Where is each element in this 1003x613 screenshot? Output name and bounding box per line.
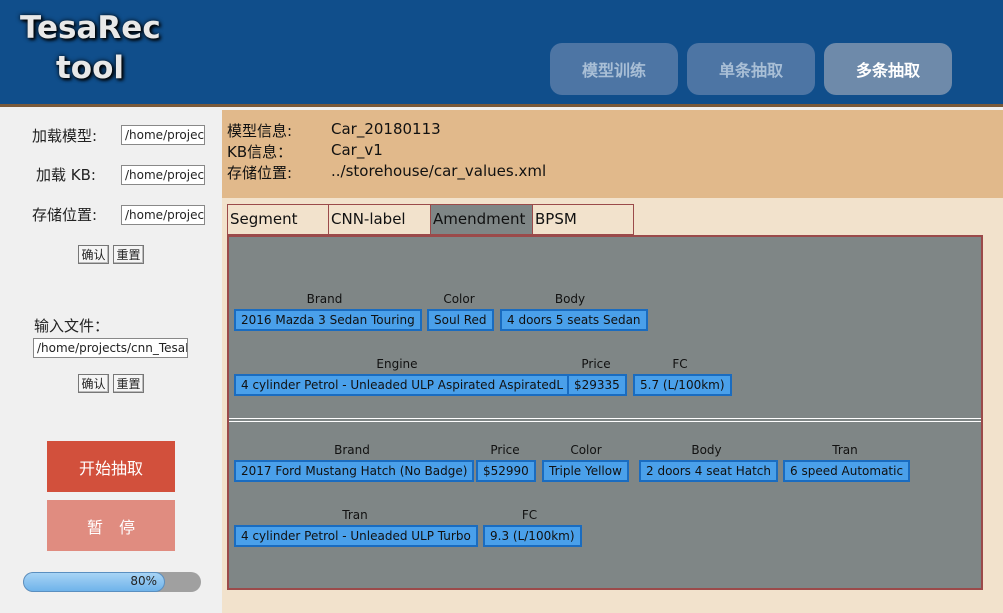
field-label: FC [672, 357, 688, 371]
tab-bpsm[interactable]: BPSM [532, 204, 634, 235]
input-file-label: 输入文件： [34, 317, 110, 335]
field-label: Price [581, 357, 611, 371]
field-value-chip[interactable]: $52990 [476, 460, 536, 482]
content-area: Segment CNN-label Amendment BPSM Brand 2… [222, 198, 1003, 613]
save-location-input[interactable]: /home/projects [121, 205, 205, 225]
field-label: Body [554, 292, 586, 306]
app-header: TesaRec tool 模型训练 单条抽取 多条抽取 [0, 0, 1003, 107]
train-button[interactable]: 模型训练 [550, 43, 678, 95]
tab-segment[interactable]: Segment [227, 204, 329, 235]
model-info-key: 模型信息: [227, 122, 293, 140]
model-info-value: Car_20180113 [331, 120, 441, 138]
kb-info-key: KB信息： [227, 143, 293, 161]
start-extract-button[interactable]: 开始抽取 [47, 441, 175, 492]
field-label: Tran [342, 508, 368, 522]
single-extract-button[interactable]: 单条抽取 [687, 43, 815, 95]
field-label: Engine [376, 357, 418, 371]
tab-amendment[interactable]: Amendment [430, 204, 533, 235]
progress-bar: 80% [23, 572, 201, 592]
app-logo: TesaRec tool [20, 8, 161, 88]
field-label: Tran [832, 443, 858, 457]
load-kb-label: 加载 KB: [36, 166, 96, 184]
info-bar: 模型信息: Car_20180113 KB信息： Car_v1 存储位置: ..… [222, 110, 1003, 198]
record-divider [229, 418, 981, 422]
amendment-panel: Brand 2016 Mazda 3 Sedan Touring Color S… [227, 235, 983, 590]
field-value-chip[interactable]: 9.3 (L/100km) [483, 525, 582, 547]
confirm-button[interactable]: 确认 [78, 245, 109, 264]
load-model-input[interactable]: /home/projects [121, 125, 205, 145]
reset-button[interactable]: 重置 [113, 245, 144, 264]
multi-extract-button[interactable]: 多条抽取 [824, 43, 952, 95]
load-model-label: 加载模型: [32, 127, 98, 145]
logo-line2: tool [55, 50, 125, 86]
logo-line1: TesaRec [20, 10, 161, 46]
field-value-chip[interactable]: Triple Yellow [542, 460, 629, 482]
field-value-chip[interactable]: $29335 [567, 374, 627, 396]
reset-file-button[interactable]: 重置 [113, 374, 144, 393]
field-label: Brand [334, 443, 370, 457]
field-value-chip[interactable]: 4 cylinder Petrol - Unleaded ULP Aspirat… [234, 374, 571, 396]
field-value-chip[interactable]: 4 doors 5 seats Sedan [500, 309, 648, 331]
left-panel: 加载模型: /home/projects 加载 KB: /home/projec… [0, 110, 222, 613]
confirm-file-button[interactable]: 确认 [78, 374, 109, 393]
field-label: Brand [306, 292, 343, 306]
kb-info-value: Car_v1 [331, 141, 383, 159]
field-value-chip[interactable]: 6 speed Automatic [783, 460, 911, 482]
field-value-chip[interactable]: 2 doors 4 seat Hatch [639, 460, 778, 482]
store-location-key: 存储位置: [227, 164, 293, 182]
pause-button[interactable]: 暂 停 [47, 500, 175, 551]
field-label: Body [691, 443, 722, 457]
field-value-chip[interactable]: 2017 Ford Mustang Hatch (No Badge) [234, 460, 475, 482]
field-label: Color [570, 443, 602, 457]
field-label: FC [521, 508, 538, 522]
progress-text: 80% [130, 574, 157, 588]
store-location-value: ../storehouse/car_values.xml [331, 162, 547, 180]
input-file-field[interactable]: /home/projects/cnn_TesaRec [33, 338, 188, 358]
field-value-chip[interactable]: 5.7 (L/100km) [633, 374, 732, 396]
field-value-chip[interactable]: 4 cylinder Petrol - Unleaded ULP Turbo [234, 525, 478, 547]
field-value-chip[interactable]: 2016 Mazda 3 Sedan Touring [234, 309, 422, 331]
save-location-label: 存储位置: [32, 206, 98, 224]
field-label: Price [490, 443, 520, 457]
field-value-chip[interactable]: Soul Red [427, 309, 494, 331]
tab-cnn-label[interactable]: CNN-label [328, 204, 431, 235]
load-kb-input[interactable]: /home/projects [121, 165, 205, 185]
field-label: Color [443, 292, 475, 306]
